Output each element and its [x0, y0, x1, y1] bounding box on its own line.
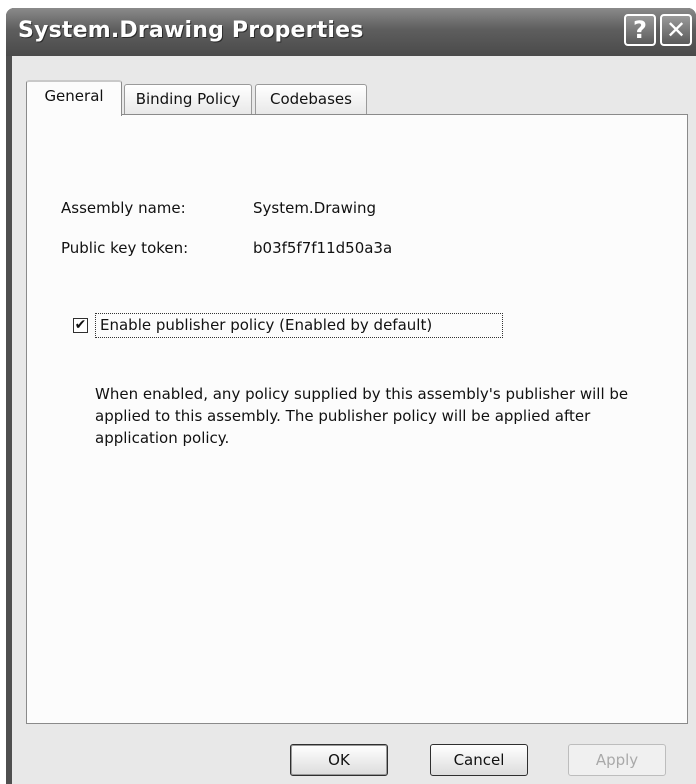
tab-general[interactable]: General: [26, 80, 122, 116]
assembly-name-label: Assembly name:: [61, 199, 186, 217]
assembly-name-value: System.Drawing: [253, 199, 377, 217]
publisher-policy-checkbox[interactable]: ✔: [73, 318, 88, 333]
tab-binding-policy[interactable]: Binding Policy: [124, 84, 252, 114]
general-tab-panel: Assembly name: System.Drawing Public key…: [26, 114, 688, 724]
properties-dialog: System.Drawing Properties ? ✕ General Bi…: [6, 8, 696, 784]
publisher-policy-description: When enabled, any policy supplied by thi…: [95, 385, 629, 447]
public-key-token-label: Public key token:: [61, 239, 189, 257]
cancel-button[interactable]: Cancel: [430, 744, 528, 776]
window-title: System.Drawing Properties: [18, 18, 364, 43]
public-key-token-value: b03f5f7f11d50a3a: [253, 239, 393, 257]
tab-codebases[interactable]: Codebases: [255, 84, 367, 114]
help-icon[interactable]: ?: [624, 14, 656, 46]
publisher-policy-label[interactable]: Enable publisher policy (Enabled by defa…: [95, 313, 503, 338]
dialog-body: General Binding Policy Codebases Assembl…: [12, 56, 696, 784]
close-icon[interactable]: ✕: [660, 14, 692, 46]
ok-button[interactable]: OK: [290, 744, 388, 776]
apply-button[interactable]: Apply: [568, 744, 666, 776]
title-bar[interactable]: System.Drawing Properties ? ✕: [6, 8, 696, 56]
